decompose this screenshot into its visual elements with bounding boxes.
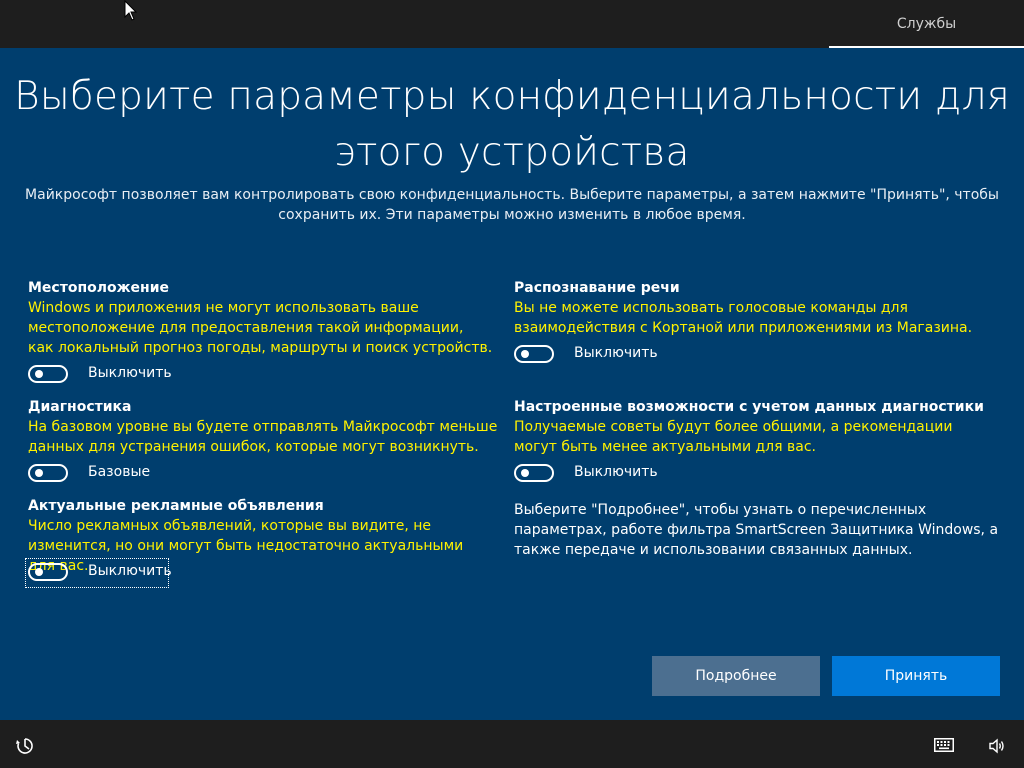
speech-toggle-label: Выключить: [574, 345, 658, 361]
ads-toggle[interactable]: [28, 563, 68, 581]
learn-more-button[interactable]: Подробнее: [652, 656, 820, 696]
tailored-toggle[interactable]: [514, 464, 554, 482]
location-toggle-row[interactable]: Выключить: [28, 363, 178, 387]
bottom-bar: [0, 720, 1024, 768]
ease-of-access-icon[interactable]: [15, 736, 35, 756]
section-ads-title: Актуальные рекламные объявления: [28, 498, 324, 514]
diagnostics-toggle-knob: [35, 469, 43, 477]
section-diagnostics-title: Диагностика: [28, 399, 132, 415]
tab-services[interactable]: Службы: [829, 0, 1024, 48]
tailored-toggle-row[interactable]: Выключить: [514, 462, 664, 486]
diagnostics-toggle[interactable]: [28, 464, 68, 482]
diagnostics-toggle-label: Базовые: [88, 464, 151, 480]
mouse-cursor-icon: [124, 0, 138, 21]
ads-toggle-row[interactable]: Выключить: [25, 558, 172, 588]
speech-toggle[interactable]: [514, 345, 554, 363]
section-speech-title: Распознавание речи: [514, 280, 680, 296]
section-location: Местоположение Windows и приложения не м…: [28, 278, 493, 358]
page-title-line1: Выберите параметры конфиденциальности дл…: [14, 74, 1010, 119]
section-tailored-title: Настроенные возможности с учетом данных …: [514, 399, 984, 415]
speech-toggle-knob: [521, 350, 529, 358]
keyboard-icon[interactable]: [934, 738, 954, 752]
section-tailored-desc: Получаемые советы будут более общими, а …: [514, 419, 953, 455]
section-diagnostics: Диагностика На базовом уровне вы будете …: [28, 397, 498, 457]
speech-toggle-row[interactable]: Выключить: [514, 343, 664, 367]
tailored-toggle-knob: [521, 469, 529, 477]
page-subtitle: Майкрософт позволяет вам контролировать …: [0, 185, 1024, 225]
top-bar: Службы: [0, 0, 1024, 48]
page-title-line2: этого устройства: [334, 130, 690, 175]
location-toggle[interactable]: [28, 365, 68, 383]
section-location-desc: Windows и приложения не могут использова…: [28, 300, 493, 356]
section-tailored: Настроенные возможности с учетом данных …: [514, 397, 994, 457]
volume-icon[interactable]: [988, 737, 1006, 755]
location-toggle-knob: [35, 370, 43, 378]
subtitle-line1: Майкрософт позволяет вам контролировать …: [25, 187, 999, 203]
tailored-toggle-label: Выключить: [574, 464, 658, 480]
tab-services-label: Службы: [896, 16, 957, 32]
privacy-settings-panel: Выберите параметры конфиденциальности дл…: [0, 48, 1024, 720]
location-toggle-label: Выключить: [88, 365, 172, 381]
section-speech-desc: Вы не можете использовать голосовые кома…: [514, 300, 973, 336]
section-speech: Распознавание речи Вы не можете использо…: [514, 278, 994, 338]
learn-more-info: Выберите "Подробнее", чтобы узнать о пер…: [514, 502, 999, 558]
diagnostics-toggle-row[interactable]: Базовые: [28, 462, 178, 486]
accept-button[interactable]: Принять: [832, 656, 1000, 696]
subtitle-line2: сохранить их. Эти параметры можно измени…: [278, 207, 746, 223]
ads-toggle-knob: [35, 568, 43, 576]
ads-toggle-label: Выключить: [88, 563, 172, 579]
section-location-title: Местоположение: [28, 280, 170, 296]
section-diagnostics-desc: На базовом уровне вы будете отправлять М…: [28, 419, 498, 455]
